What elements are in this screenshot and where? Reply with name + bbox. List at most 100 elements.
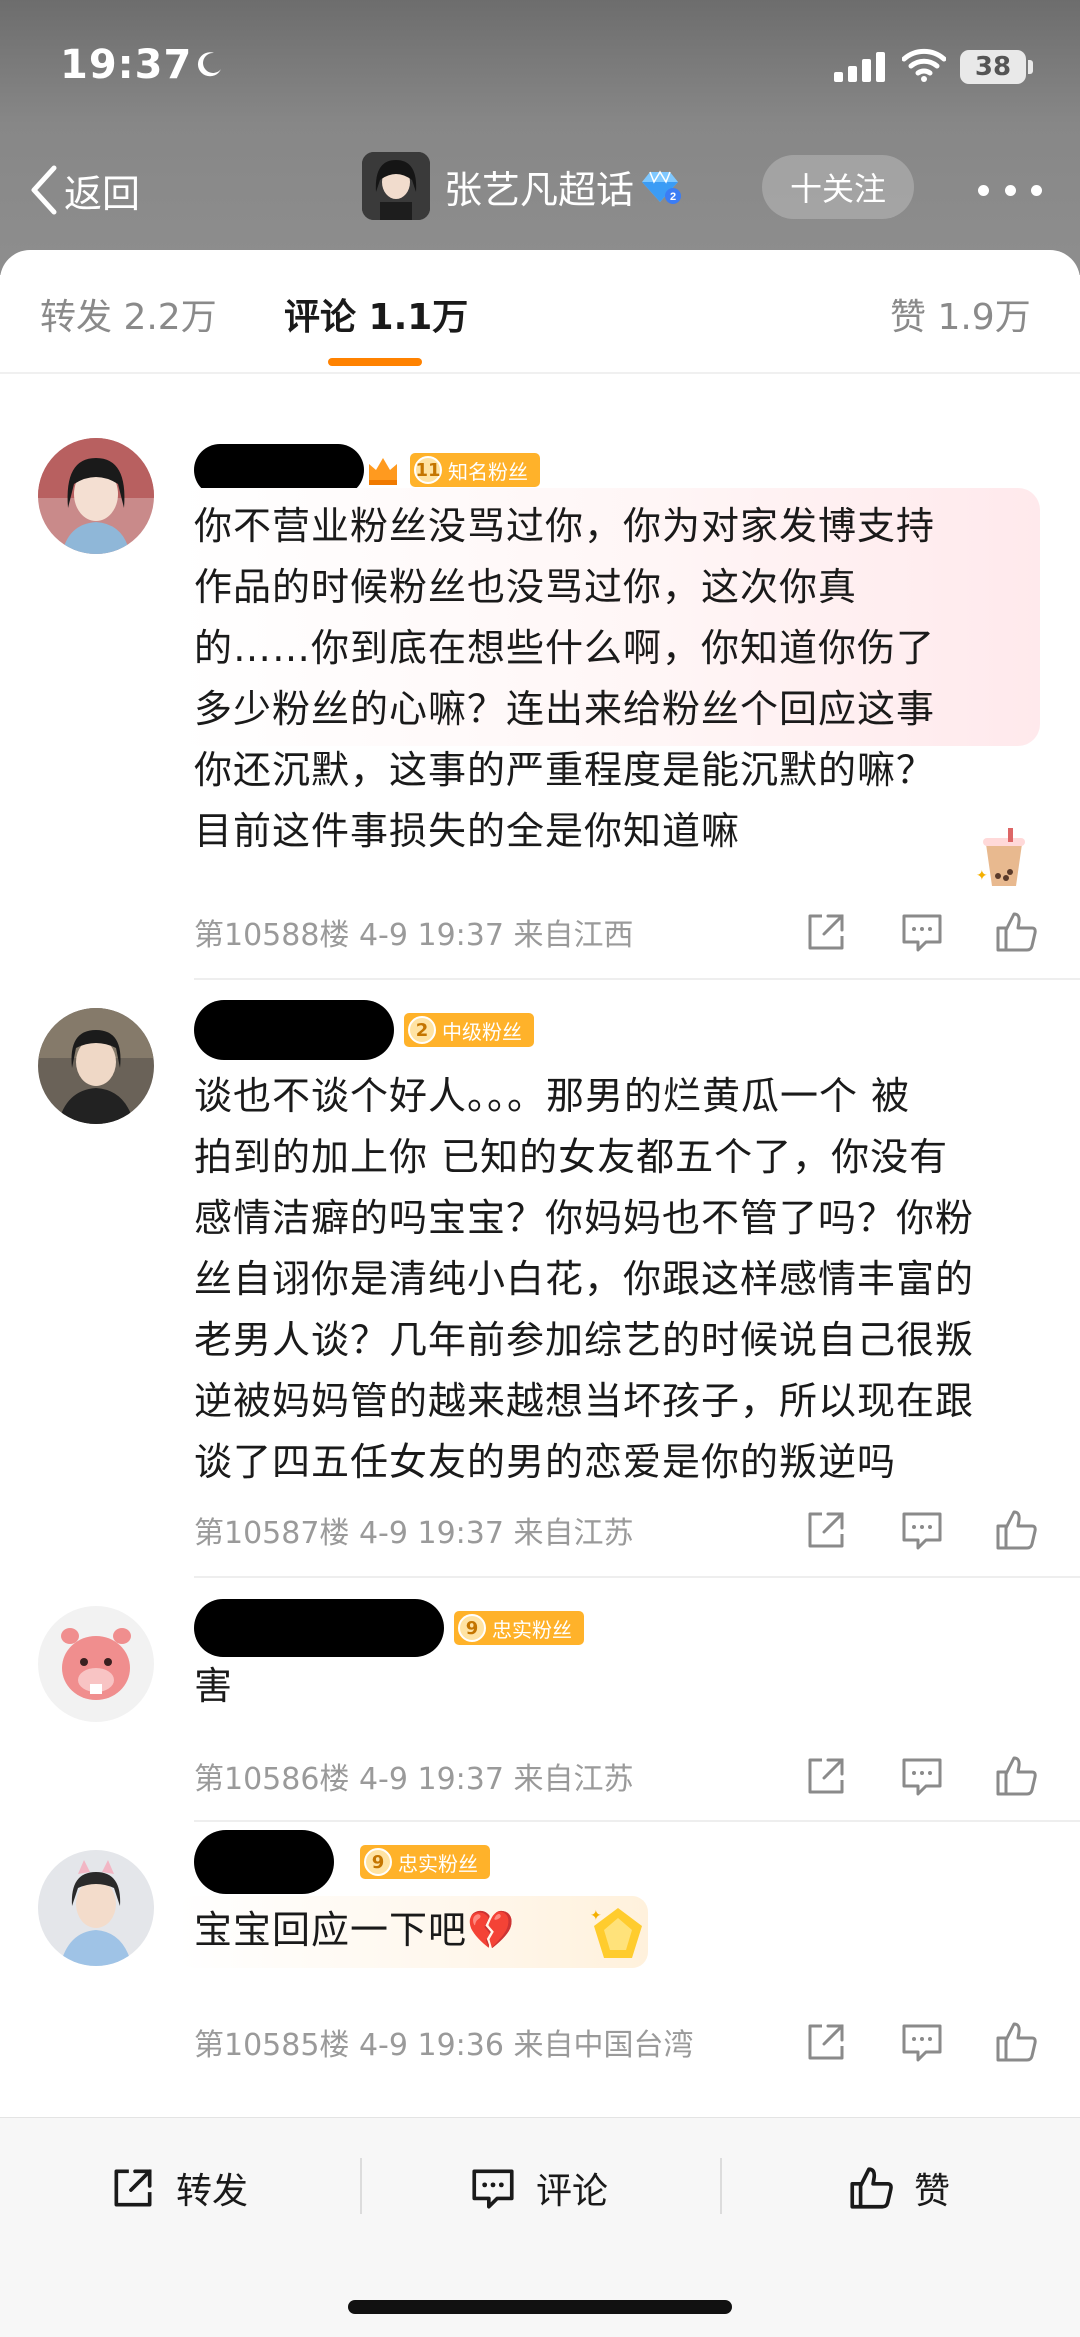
moon-icon bbox=[197, 52, 221, 77]
share-icon[interactable] bbox=[802, 1506, 850, 1554]
comment-line: 你还沉默，这事的严重程度是能沉默的嘛？ bbox=[194, 748, 936, 792]
name-row: 2 中级粉丝 bbox=[194, 1000, 534, 1060]
share-icon[interactable] bbox=[802, 908, 850, 956]
gem-sticker-icon: ✦ bbox=[590, 1908, 642, 1958]
fan-level-label: 忠实粉丝 bbox=[398, 1851, 478, 1876]
chevron-left-icon bbox=[31, 165, 57, 215]
comment-icon[interactable] bbox=[898, 908, 946, 956]
nav-bar: 返回 张艺凡超话 2 十关注 bbox=[0, 140, 1080, 240]
name-row: 9 忠实粉丝 bbox=[194, 1830, 490, 1894]
like-label: 赞 bbox=[914, 2171, 951, 2212]
comment-text: 害 bbox=[194, 1656, 1044, 1717]
comment-label: 评论 bbox=[536, 2171, 609, 2212]
crown-icon bbox=[369, 458, 397, 485]
like-thumb-icon[interactable] bbox=[992, 908, 1040, 956]
like-thumb-icon bbox=[850, 2167, 893, 2209]
status-bar: 19:37 38 bbox=[0, 0, 1080, 140]
comment-divider bbox=[194, 1820, 1080, 1822]
comment-line: 作品的时候粉丝也没骂过你，这次你真 bbox=[194, 565, 858, 609]
comment-divider bbox=[194, 1576, 1080, 1578]
fan-level-number: 9 bbox=[364, 1848, 392, 1876]
comment-text: 谈也不谈个好人。。。那男的烂黄瓜一个 被 拍到的加上你 已知的女友都五个了，你没… bbox=[194, 1066, 1044, 1493]
like-thumb-icon[interactable] bbox=[992, 1752, 1040, 1800]
comment-button[interactable]: 评论 bbox=[468, 2158, 608, 2218]
name-row: 9 忠实粉丝 bbox=[194, 1599, 584, 1657]
comment-line: 谈也不谈个好人。。。那男的烂黄瓜一个 被 bbox=[194, 1074, 911, 1118]
comment-line: 拍到的加上你 已知的女友都五个了，你没有 bbox=[194, 1135, 949, 1179]
topic-title: 张艺凡超话 bbox=[444, 167, 635, 212]
avatar[interactable] bbox=[38, 438, 154, 554]
follow-button[interactable]: 十关注 bbox=[762, 155, 914, 219]
comment-meta: 第10586楼 4-9 19:37 来自江苏 bbox=[194, 1762, 634, 1797]
home-indicator[interactable] bbox=[348, 2300, 732, 2314]
comment-line: 目前这件事损失的全是你知道嘛 bbox=[194, 809, 741, 853]
share-icon[interactable] bbox=[802, 1752, 850, 1800]
username-redacted[interactable] bbox=[194, 1599, 444, 1657]
more-dot-icon bbox=[1031, 184, 1042, 196]
avatar[interactable] bbox=[38, 1606, 154, 1722]
username-redacted[interactable] bbox=[194, 1000, 394, 1060]
comment-line: 害 bbox=[194, 1664, 234, 1708]
fan-level-number: 11 bbox=[414, 456, 442, 484]
comment-line: 逆被妈妈管的越来越想当坏孩子，所以现在跟 bbox=[194, 1379, 975, 1423]
wifi-icon bbox=[902, 48, 946, 82]
status-time: 19:37 bbox=[60, 42, 193, 88]
comment-line: 老男人谈？几年前参加综艺的时候说自己很叛 bbox=[194, 1318, 975, 1362]
avatar[interactable] bbox=[38, 1008, 154, 1124]
fan-level-number: 9 bbox=[458, 1614, 486, 1642]
more-dot-icon bbox=[1004, 184, 1016, 196]
comment-icon[interactable] bbox=[898, 2018, 946, 2066]
diamond-badge-icon: 2 bbox=[642, 170, 682, 204]
comment-meta: 第10588楼 4-9 19:37 来自江西 bbox=[194, 918, 634, 953]
topic-avatar bbox=[362, 152, 430, 220]
tab-likes[interactable]: 赞 1.9万 bbox=[890, 288, 1031, 340]
comment-meta: 第10585楼 4-9 19:36 来自中国台湾 bbox=[194, 2028, 694, 2063]
svg-text:✦: ✦ bbox=[590, 1908, 602, 1924]
more-dot-icon bbox=[978, 184, 989, 196]
repost-button[interactable]: 转发 bbox=[108, 2158, 248, 2218]
comment-line: 感情洁癖的吗宝宝？你妈妈也不管了吗？你粉 bbox=[194, 1196, 975, 1240]
share-icon[interactable] bbox=[802, 2018, 850, 2066]
toolbar-separator bbox=[360, 2158, 362, 2214]
fan-level-label: 忠实粉丝 bbox=[492, 1617, 572, 1642]
tab-divider bbox=[0, 372, 1080, 374]
comment-meta: 第10587楼 4-9 19:37 来自江苏 bbox=[194, 1516, 634, 1551]
comment-line: 你不营业粉丝没骂过你，你为对家发博支持 bbox=[194, 504, 936, 548]
signal-icon bbox=[834, 52, 885, 82]
fan-level-badge: 2 中级粉丝 bbox=[404, 1013, 534, 1047]
comment-divider bbox=[194, 978, 1080, 980]
comment-line: 的……你到底在想些什么啊，你知道你伤了 bbox=[194, 626, 936, 670]
back-button[interactable]: 返回 bbox=[28, 160, 140, 220]
toolbar-separator bbox=[720, 2158, 722, 2214]
fan-level-badge: 9 忠实粉丝 bbox=[454, 1611, 584, 1645]
comment-icon[interactable] bbox=[898, 1506, 946, 1554]
avatar[interactable] bbox=[38, 1850, 154, 1966]
tab-repost[interactable]: 转发 2.2万 bbox=[40, 288, 217, 340]
comment-line: 谈了四五任女友的男的恋爱是你的叛逆吗 bbox=[194, 1440, 897, 1484]
battery-indicator: 38 bbox=[960, 50, 1026, 84]
bubble-tea-sticker-icon: ✦ bbox=[976, 828, 1025, 886]
fan-level-badge: 9 忠实粉丝 bbox=[360, 1845, 490, 1879]
comment-text: 你不营业粉丝没骂过你，你为对家发博支持 作品的时候粉丝也没骂过你，这次你真 的…… bbox=[194, 496, 1044, 862]
share-icon bbox=[114, 2169, 152, 2207]
more-options-button[interactable] bbox=[978, 170, 1042, 210]
tab-indicator bbox=[328, 358, 422, 366]
comment-icon bbox=[472, 2169, 514, 2209]
like-button[interactable]: 赞 bbox=[846, 2158, 950, 2218]
fan-level-label: 知名粉丝 bbox=[448, 459, 528, 484]
battery-tip bbox=[1028, 60, 1033, 74]
svg-text:✦: ✦ bbox=[976, 868, 988, 884]
comment-line: 多少粉丝的心嘛？连出来给粉丝个回应这事 bbox=[194, 687, 936, 731]
like-thumb-icon[interactable] bbox=[992, 2018, 1040, 2066]
svg-text:2: 2 bbox=[670, 191, 676, 203]
like-thumb-icon[interactable] bbox=[992, 1506, 1040, 1554]
fan-level-label: 中级粉丝 bbox=[442, 1019, 522, 1044]
topic-title-group[interactable]: 张艺凡超话 2 bbox=[362, 152, 682, 220]
tab-bar: 转发 2.2万 评论 1.1万 赞 1.9万 bbox=[0, 250, 1080, 374]
fan-level-number: 2 bbox=[408, 1016, 436, 1044]
back-label: 返回 bbox=[64, 171, 141, 216]
tab-comments[interactable]: 评论 1.1万 bbox=[284, 288, 468, 340]
comment-line: 丝自诩你是清纯小白花，你跟这样感情丰富的 bbox=[194, 1257, 975, 1301]
username-redacted[interactable] bbox=[194, 1830, 334, 1894]
comment-icon[interactable] bbox=[898, 1752, 946, 1800]
